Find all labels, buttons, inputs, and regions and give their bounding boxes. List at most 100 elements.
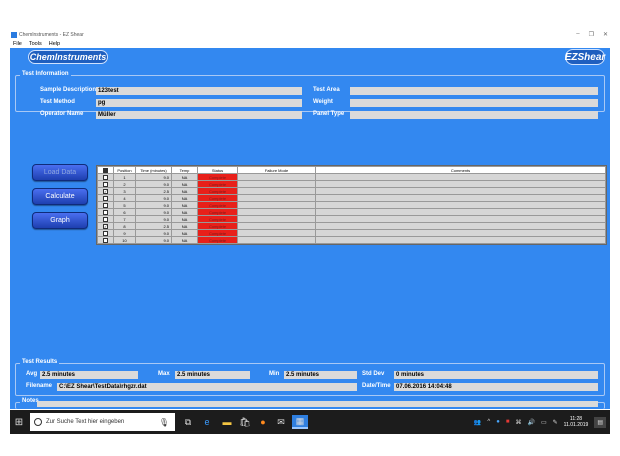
- chevron-up-icon[interactable]: ^: [487, 419, 490, 425]
- test-area-field[interactable]: [350, 87, 598, 95]
- row-select-cell[interactable]: [97, 222, 114, 230]
- network-icon[interactable]: ⌘: [515, 419, 521, 426]
- row-select-cell[interactable]: [97, 187, 114, 195]
- row-select-cell[interactable]: [97, 208, 114, 216]
- menu-file[interactable]: File: [13, 41, 22, 47]
- clock[interactable]: 11:28 11.01.2019: [564, 416, 589, 428]
- test-method-label: Test Method: [40, 99, 75, 105]
- row-select-cell[interactable]: [97, 236, 114, 244]
- mail-icon[interactable]: ✉: [274, 415, 288, 429]
- failure-mode-cell: [237, 180, 316, 188]
- row-checkbox[interactable]: [103, 202, 108, 208]
- pen-icon[interactable]: ✎: [553, 419, 558, 426]
- app-icon: [11, 32, 17, 38]
- comments-cell: [315, 180, 606, 188]
- test-results-title: Test Results: [20, 359, 60, 365]
- app-area: Chemlnstruments EZShear Test Information…: [10, 48, 610, 409]
- people-icon[interactable]: 👥: [474, 419, 481, 426]
- position-cell: 1: [113, 173, 136, 181]
- row-select-cell[interactable]: [97, 215, 114, 223]
- row-select-cell[interactable]: [97, 201, 114, 209]
- select-all-checkbox[interactable]: [103, 167, 108, 173]
- row-select-cell[interactable]: [97, 229, 114, 237]
- task-view-icon[interactable]: ⧉: [181, 415, 195, 429]
- table-row[interactable]: 10 9.0 NA Complete: [97, 236, 606, 244]
- tray-app-icon[interactable]: ●: [496, 419, 500, 425]
- cortana-icon: [34, 418, 42, 426]
- row-select-cell[interactable]: [97, 194, 114, 202]
- microphone-icon[interactable]: 🎙: [159, 418, 169, 427]
- temp-cell: NA: [171, 208, 198, 216]
- volume-icon[interactable]: 🔊: [527, 419, 534, 426]
- row-checkbox[interactable]: [103, 237, 108, 243]
- table-row[interactable]: 32.5NAComplete: [97, 187, 606, 195]
- row-checkbox[interactable]: [103, 188, 108, 194]
- failure-mode-cell: [237, 236, 316, 244]
- edge-icon[interactable]: e: [200, 415, 214, 429]
- window-title: Chemlnstruments - EZ Shear: [19, 32, 84, 38]
- tray-red-icon[interactable]: ■: [506, 419, 510, 425]
- column-header-comments: Comments: [315, 166, 606, 174]
- close-button[interactable]: ✕: [603, 31, 608, 38]
- graph-button[interactable]: Graph: [32, 212, 88, 229]
- min-label: Min: [269, 371, 280, 377]
- sample-description-field[interactable]: 123test: [96, 87, 302, 95]
- device-frame: Chemlnstruments - EZ Shear – ❐ ✕ File To…: [0, 0, 620, 456]
- status-cell: Complete: [197, 208, 238, 216]
- firefox-icon[interactable]: ●: [256, 415, 270, 429]
- test-method-field[interactable]: pg: [96, 99, 302, 107]
- store-icon[interactable]: 🛍: [238, 415, 252, 429]
- ezshear-taskbar-icon[interactable]: ▦: [292, 415, 308, 429]
- column-header-position: Position: [113, 166, 136, 174]
- row-checkbox[interactable]: [103, 209, 108, 215]
- minimize-button[interactable]: –: [576, 31, 579, 38]
- comments-cell: [315, 229, 606, 237]
- clock-date: 11.01.2019: [563, 422, 589, 428]
- table-row[interactable]: 7 9.0 NA Complete: [97, 215, 606, 223]
- table-row[interactable]: 1 9.0 NA Complete: [97, 173, 606, 181]
- row-checkbox[interactable]: [103, 174, 108, 180]
- maximize-button[interactable]: ❐: [589, 31, 594, 38]
- row-checkbox[interactable]: [103, 181, 108, 187]
- panel-type-field[interactable]: [350, 111, 598, 119]
- notes-field[interactable]: [37, 401, 598, 407]
- status-cell: Complete: [197, 187, 238, 195]
- menu-help[interactable]: Help: [49, 41, 60, 47]
- weight-field[interactable]: [350, 99, 598, 107]
- menu-tools[interactable]: Tools: [29, 41, 42, 47]
- position-cell: 3: [113, 187, 136, 195]
- time-cell: 2.5: [135, 187, 172, 195]
- row-checkbox[interactable]: [103, 230, 108, 236]
- position-cell: 5: [113, 201, 136, 209]
- comments-cell: [315, 236, 606, 244]
- row-checkbox[interactable]: [103, 195, 108, 201]
- taskbar-search[interactable]: Zur Suche Text hier eingeben 🎙: [30, 413, 175, 431]
- table-header-row: Position Time (minutes) Temp Status Fail…: [97, 166, 606, 174]
- temp-cell: NA: [171, 229, 198, 237]
- temp-cell: NA: [171, 173, 198, 181]
- notifications-icon[interactable]: ▤: [594, 416, 606, 428]
- table-row[interactable]: 9 9.0 NA Complete: [97, 229, 606, 237]
- table-row[interactable]: 5 9.0 NA Complete: [97, 201, 606, 209]
- status-cell: Complete: [197, 173, 238, 181]
- load-data-button[interactable]: Load Data: [32, 164, 88, 181]
- failure-mode-cell: [237, 222, 316, 230]
- table-row[interactable]: 82.5NAComplete: [97, 222, 606, 230]
- row-select-cell[interactable]: [97, 173, 114, 181]
- column-header-temp: Temp: [171, 166, 198, 174]
- operator-name-field[interactable]: Müller: [96, 111, 302, 119]
- position-cell: 4: [113, 194, 136, 202]
- row-checkbox[interactable]: [103, 216, 108, 222]
- windows-start-icon[interactable]: ⊞: [14, 415, 24, 429]
- battery-icon[interactable]: ▭: [541, 419, 547, 426]
- datetime-label: Date/Time: [362, 383, 391, 389]
- status-cell: Complete: [197, 180, 238, 188]
- select-all-header[interactable]: [97, 166, 114, 174]
- row-checkbox[interactable]: [103, 223, 108, 229]
- row-select-cell[interactable]: [97, 180, 114, 188]
- table-row[interactable]: 2 9.0 NA Complete: [97, 180, 606, 188]
- file-explorer-icon[interactable]: ▬: [220, 415, 234, 429]
- table-row[interactable]: 6 9.0 NA Complete: [97, 208, 606, 216]
- table-row[interactable]: 4 9.0 NA Complete: [97, 194, 606, 202]
- calculate-button[interactable]: Calculate: [32, 188, 88, 205]
